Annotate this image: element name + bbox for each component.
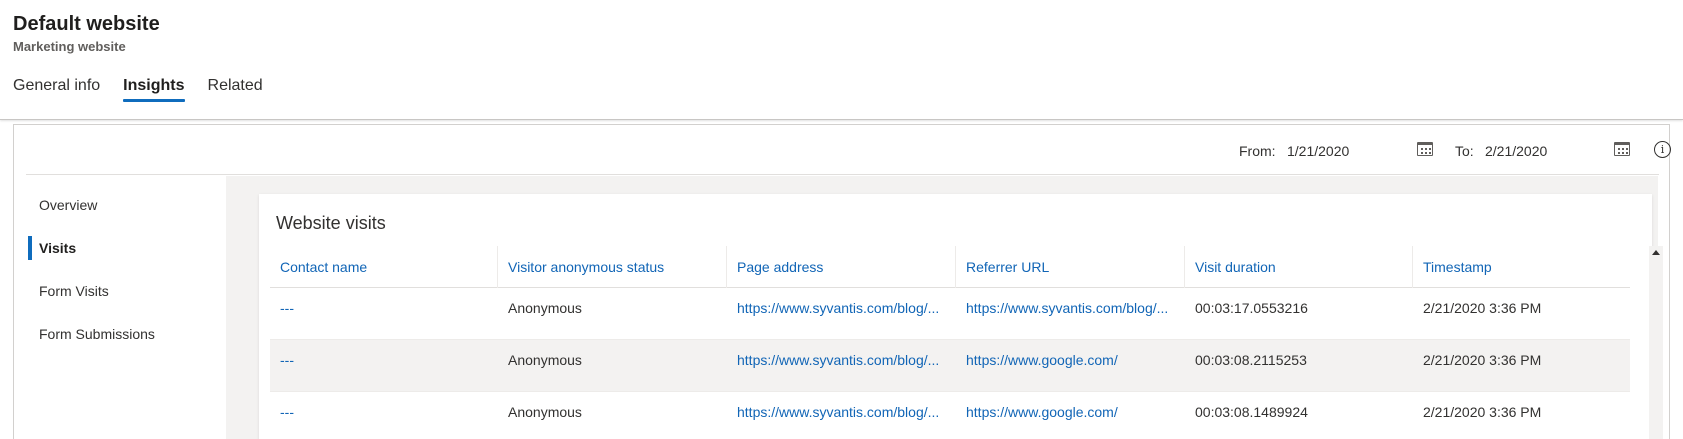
column-header-contact-name[interactable]: Contact name <box>270 246 498 288</box>
table-row[interactable]: --- Anonymous https://www.syvantis.com/b… <box>270 340 1630 392</box>
table-row[interactable]: --- Anonymous https://www.syvantis.com/b… <box>270 392 1630 439</box>
referrer-url-link[interactable]: https://www.google.com/ <box>956 392 1185 439</box>
column-header-timestamp[interactable]: Timestamp <box>1413 246 1630 288</box>
card-title: Website visits <box>276 213 386 233</box>
visit-duration-cell: 00:03:08.2115253 <box>1195 352 1307 368</box>
info-icon[interactable]: i <box>1654 141 1671 158</box>
contact-name-link[interactable]: --- <box>270 288 498 340</box>
website-visits-card: Website visits Contact name Visitor anon… <box>259 194 1663 439</box>
grid-header-row: Contact name Visitor anonymous status Pa… <box>270 246 1630 288</box>
calendar-icon[interactable] <box>1614 142 1630 156</box>
page-subtitle: Marketing website <box>13 39 126 54</box>
column-header-page-address[interactable]: Page address <box>727 246 956 288</box>
calendar-icon[interactable] <box>1417 142 1433 156</box>
timestamp-cell: 2/21/2020 3:36 PM <box>1423 300 1542 316</box>
column-header-visitor-status[interactable]: Visitor anonymous status <box>498 246 727 288</box>
insights-panel: From: 1/21/2020 To: 2/21/2020 i Overview… <box>13 124 1671 439</box>
to-label: To: <box>1455 143 1474 159</box>
table-row[interactable]: --- Anonymous https://www.syvantis.com/b… <box>270 288 1630 340</box>
page-address-link[interactable]: https://www.syvantis.com/blog/... <box>727 340 956 392</box>
page-title: Default website <box>13 13 160 35</box>
to-date-field[interactable]: 2/21/2020 <box>1485 143 1547 159</box>
from-label: From: <box>1239 143 1276 159</box>
chevron-up-icon[interactable] <box>1652 250 1660 255</box>
page-address-link[interactable]: https://www.syvantis.com/blog/... <box>727 288 956 340</box>
tab-general-info[interactable]: General info <box>13 77 100 101</box>
visits-grid: Contact name Visitor anonymous status Pa… <box>270 246 1630 439</box>
contact-name-link[interactable]: --- <box>270 340 498 392</box>
tab-bar: General info Insights Related <box>13 77 286 102</box>
nav-item-form-submissions[interactable]: Form Submissions <box>26 319 212 349</box>
date-range-bar: From: 1/21/2020 To: 2/21/2020 i <box>26 125 1671 175</box>
contact-name-link[interactable]: --- <box>270 392 498 439</box>
page-address-link[interactable]: https://www.syvantis.com/blog/... <box>727 392 956 439</box>
timestamp-cell: 2/21/2020 3:36 PM <box>1423 352 1542 368</box>
visitor-status-cell: Anonymous <box>508 352 582 368</box>
visitor-status-cell: Anonymous <box>508 404 582 420</box>
insights-side-nav: Overview Visits Form Visits Form Submiss… <box>26 177 212 439</box>
page-header: Default website Marketing website Genera… <box>0 0 1683 120</box>
visitor-status-cell: Anonymous <box>508 300 582 316</box>
nav-item-overview[interactable]: Overview <box>26 190 212 220</box>
from-date-field[interactable]: 1/21/2020 <box>1287 143 1349 159</box>
column-header-visit-duration[interactable]: Visit duration <box>1185 246 1413 288</box>
referrer-url-link[interactable]: https://www.syvantis.com/blog/... <box>956 288 1185 340</box>
visit-duration-cell: 00:03:08.1489924 <box>1195 404 1308 420</box>
nav-item-visits[interactable]: Visits <box>26 233 212 263</box>
vertical-scrollbar[interactable] <box>1649 246 1663 439</box>
timestamp-cell: 2/21/2020 3:36 PM <box>1423 404 1542 420</box>
visit-duration-cell: 00:03:17.0553216 <box>1195 300 1308 316</box>
tab-insights[interactable]: Insights <box>123 77 185 102</box>
content-area: Website visits Contact name Visitor anon… <box>226 176 1663 439</box>
nav-item-form-visits[interactable]: Form Visits <box>26 276 212 306</box>
column-header-referrer-url[interactable]: Referrer URL <box>956 246 1185 288</box>
tab-related[interactable]: Related <box>208 77 263 101</box>
referrer-url-link[interactable]: https://www.google.com/ <box>956 340 1185 392</box>
